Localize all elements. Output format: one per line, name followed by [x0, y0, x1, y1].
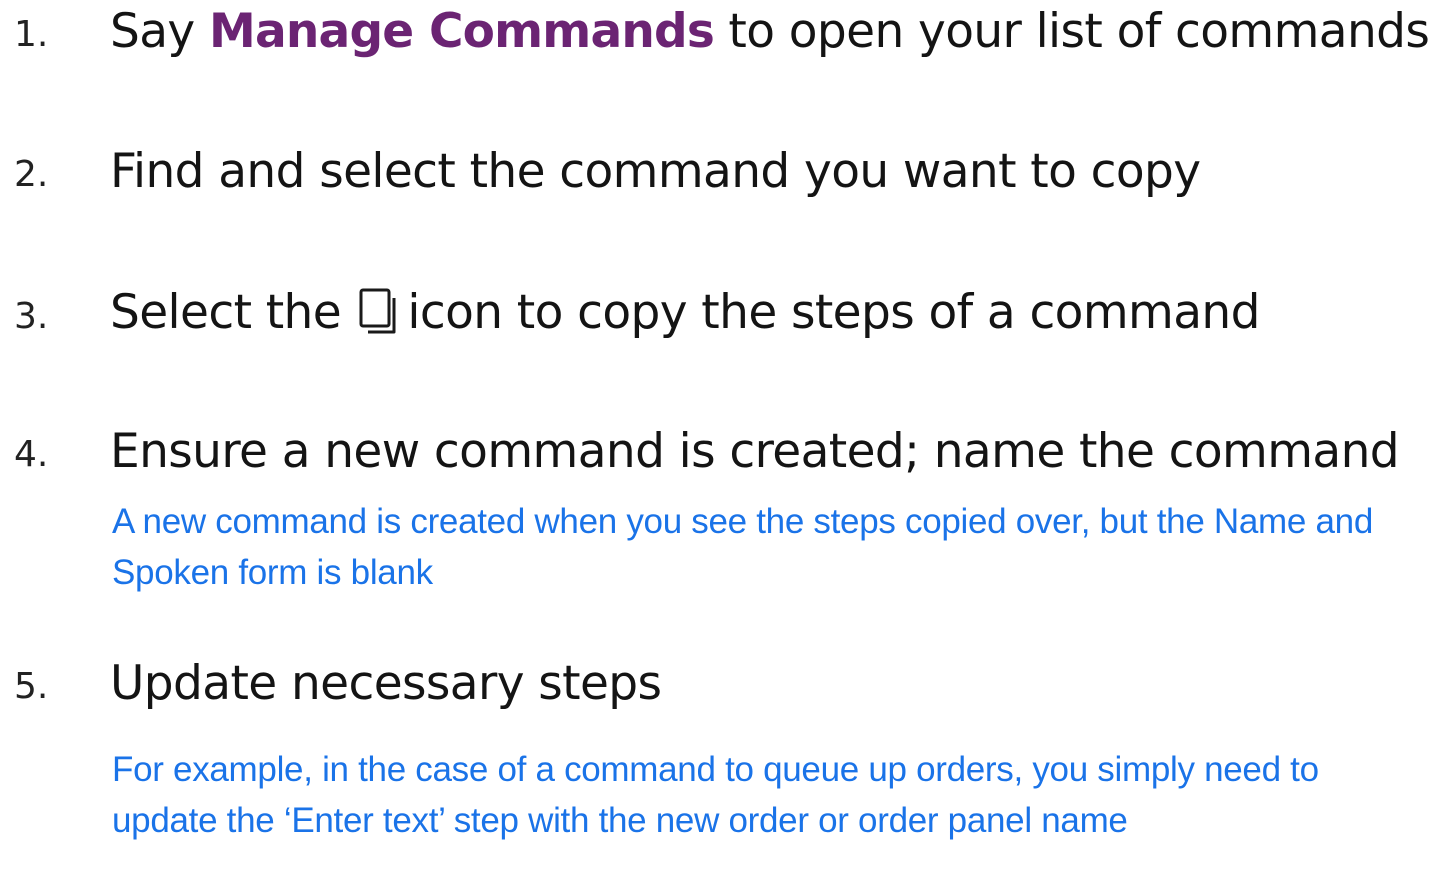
manage-commands-emphasis: Manage Commands	[209, 4, 715, 59]
step-text: Say Manage Commands to open your list of…	[110, 8, 1430, 55]
step-number: 1.	[14, 14, 49, 55]
step-text-after: icon to copy the steps of a command	[407, 285, 1260, 340]
step-5: 5. Update necessary steps For example, i…	[0, 660, 1437, 888]
step-text: Find and select the command you want to …	[110, 144, 1201, 199]
step-2: 2. Find and select the command you want …	[0, 148, 1437, 198]
step-text: Ensure a new command is created; name th…	[110, 424, 1400, 479]
step-text-before: Select the	[110, 285, 356, 340]
step-number: 4.	[14, 434, 49, 475]
step-note: For example, in the case of a command to…	[112, 750, 1319, 840]
step-text-before: Say	[110, 4, 209, 59]
step-text-after: to open your list of commands	[714, 4, 1430, 59]
step-number: 2.	[14, 154, 49, 195]
copy-icon	[359, 288, 399, 334]
step-1: 1. Say Manage Commands to open your list…	[0, 8, 1437, 58]
step-number: 3.	[14, 296, 49, 337]
step-4: 4. Ensure a new command is created; name…	[0, 428, 1437, 598]
step-number: 5.	[14, 666, 49, 707]
step-note: A new command is created when you see th…	[112, 502, 1373, 592]
step-3: 3. Select the icon to copy the steps of …	[0, 288, 1437, 344]
step-text: Update necessary steps	[110, 656, 662, 711]
step-text: Select the icon to copy the steps of a c…	[110, 288, 1260, 336]
